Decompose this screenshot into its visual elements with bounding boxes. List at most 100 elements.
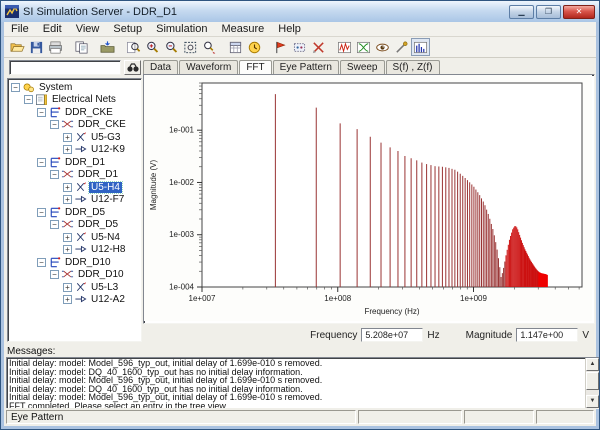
plot-fft-icon[interactable] (411, 38, 430, 56)
tree-label[interactable]: U12-K9 (89, 144, 127, 155)
tree-label[interactable]: U12-A2 (89, 294, 127, 305)
clock-icon[interactable] (245, 38, 264, 56)
save-icon[interactable] (27, 38, 46, 56)
tree-item-ddr-cke[interactable]: − DDR_CKE (8, 119, 141, 132)
tree-label[interactable]: U5-G3 (89, 132, 122, 143)
tree-label[interactable]: U5-L3 (89, 282, 120, 293)
tree-item-ddr-d1[interactable]: − DDR_D1 (8, 169, 141, 182)
window-title: SI Simulation Server - DDR_D1 (23, 6, 509, 18)
tree-item-electrical-nets[interactable]: − Electrical Nets (8, 94, 141, 107)
zoom-fit-icon[interactable] (181, 38, 200, 56)
collapse-icon[interactable]: − (37, 158, 46, 167)
collapse-icon[interactable]: − (50, 270, 59, 279)
tree-label[interactable]: DDR_D1 (63, 157, 107, 168)
scroll-down-icon[interactable]: ▼ (586, 395, 599, 408)
magnitude-unit: V (582, 330, 589, 341)
tab-sweep[interactable]: Sweep (340, 60, 385, 75)
plot-eye-icon[interactable] (354, 38, 373, 56)
tree-label[interactable]: U5-N4 (89, 232, 122, 243)
tree-label[interactable]: DDR_D5 (63, 207, 107, 218)
collapse-icon[interactable]: − (37, 108, 46, 117)
collapse-icon[interactable]: − (50, 170, 59, 179)
copy-icon[interactable] (72, 38, 91, 56)
expand-icon[interactable]: + (63, 195, 72, 204)
tree-item-ddr-cke[interactable]: − DDR_CKE (8, 106, 141, 119)
expand-icon[interactable]: + (63, 233, 72, 242)
tab-waveform[interactable]: Waveform (179, 60, 238, 75)
expand-icon[interactable]: + (63, 283, 72, 292)
collapse-icon[interactable]: − (50, 120, 59, 129)
zoom-select-icon[interactable] (200, 38, 219, 56)
collapse-icon[interactable]: − (11, 83, 20, 92)
menu-file[interactable]: File (4, 22, 36, 36)
tree-item-u5-l3[interactable]: + U5-L3 (8, 281, 141, 294)
print-icon[interactable] (46, 38, 65, 56)
zoom-out-icon[interactable] (162, 38, 181, 56)
tree-item-ddr-d10[interactable]: − DDR_D10 (8, 256, 141, 269)
minimize-button[interactable]: ▁ (509, 5, 534, 19)
tree-item-system[interactable]: − System (8, 81, 141, 94)
pin-out-icon (74, 131, 87, 144)
menu-edit[interactable]: Edit (36, 22, 69, 36)
expand-icon[interactable]: + (63, 183, 72, 192)
search-input[interactable] (9, 60, 121, 75)
export-icon[interactable] (98, 38, 117, 56)
open-icon[interactable] (8, 38, 27, 56)
tab-s-f-z-f-[interactable]: S(f) , Z(f) (386, 60, 440, 75)
menu-view[interactable]: View (69, 22, 107, 36)
tree-label[interactable]: U12-H8 (89, 244, 127, 255)
tools-icon[interactable] (309, 38, 328, 56)
tree-label[interactable]: DDR_CKE (76, 119, 128, 130)
tree-label[interactable]: U5-H4 (89, 182, 122, 193)
tree-item-u12-k9[interactable]: + U12-K9 (8, 144, 141, 157)
zoom-in-icon[interactable] (143, 38, 162, 56)
expand-icon[interactable]: + (63, 245, 72, 254)
fft-chart-panel[interactable]: 1e+0071e+0081e+0091e-0011e-0021e-0031e-0… (143, 74, 595, 324)
zoom-region-icon[interactable] (124, 38, 143, 56)
tree-item-ddr-d1[interactable]: − DDR_D1 (8, 156, 141, 169)
messages-scrollbar[interactable]: ▲ ▼ (585, 358, 599, 408)
expand-icon[interactable]: + (63, 133, 72, 142)
tree-label[interactable]: DDR_D10 (63, 257, 113, 268)
tree-label[interactable]: U12-F7 (89, 194, 126, 205)
probe-icon[interactable] (392, 38, 411, 56)
scroll-up-icon[interactable]: ▲ (586, 358, 599, 371)
collapse-icon[interactable]: − (37, 258, 46, 267)
tree-item-u5-g3[interactable]: + U5-G3 (8, 131, 141, 144)
view-eye-icon[interactable] (373, 38, 392, 56)
options-icon[interactable] (290, 38, 309, 56)
tree-item-u5-n4[interactable]: + U5-N4 (8, 231, 141, 244)
collapse-icon[interactable]: − (24, 95, 33, 104)
menu-help[interactable]: Help (271, 22, 308, 36)
tree-label[interactable]: Electrical Nets (50, 94, 118, 105)
tab-data[interactable]: Data (143, 60, 178, 75)
tree-label[interactable]: DDR_CKE (63, 107, 115, 118)
tree-label[interactable]: DDR_D10 (76, 269, 126, 280)
plot-waveform-icon[interactable] (335, 38, 354, 56)
scroll-thumb[interactable] (586, 372, 599, 390)
collapse-icon[interactable]: − (50, 220, 59, 229)
run-icon[interactable] (271, 38, 290, 56)
expand-icon[interactable]: + (63, 295, 72, 304)
collapse-icon[interactable]: − (37, 208, 46, 217)
close-button[interactable]: ✕ (563, 5, 595, 19)
menu-simulation[interactable]: Simulation (149, 22, 214, 36)
tree-item-ddr-d5[interactable]: − DDR_D5 (8, 206, 141, 219)
find-button[interactable] (124, 60, 141, 75)
maximize-button[interactable]: ❐ (536, 5, 561, 19)
tree-item-ddr-d5[interactable]: − DDR_D5 (8, 219, 141, 232)
tree-label[interactable]: DDR_D1 (76, 169, 120, 180)
tree-label[interactable]: DDR_D5 (76, 219, 120, 230)
tree-item-u12-a2[interactable]: + U12-A2 (8, 294, 141, 307)
tree-label[interactable]: System (37, 82, 74, 93)
tree-item-ddr-d10[interactable]: − DDR_D10 (8, 269, 141, 282)
tree-item-u5-h4[interactable]: + U5-H4 (8, 181, 141, 194)
tab-eye-pattern[interactable]: Eye Pattern (273, 60, 339, 75)
expand-icon[interactable]: + (63, 145, 72, 154)
tree-item-u12-f7[interactable]: + U12-F7 (8, 194, 141, 207)
tree-item-u12-h8[interactable]: + U12-H8 (8, 244, 141, 257)
title-bar[interactable]: SI Simulation Server - DDR_D1 ▁ ❐ ✕ (1, 1, 599, 22)
report-icon[interactable] (226, 38, 245, 56)
menu-measure[interactable]: Measure (214, 22, 271, 36)
menu-setup[interactable]: Setup (106, 22, 149, 36)
